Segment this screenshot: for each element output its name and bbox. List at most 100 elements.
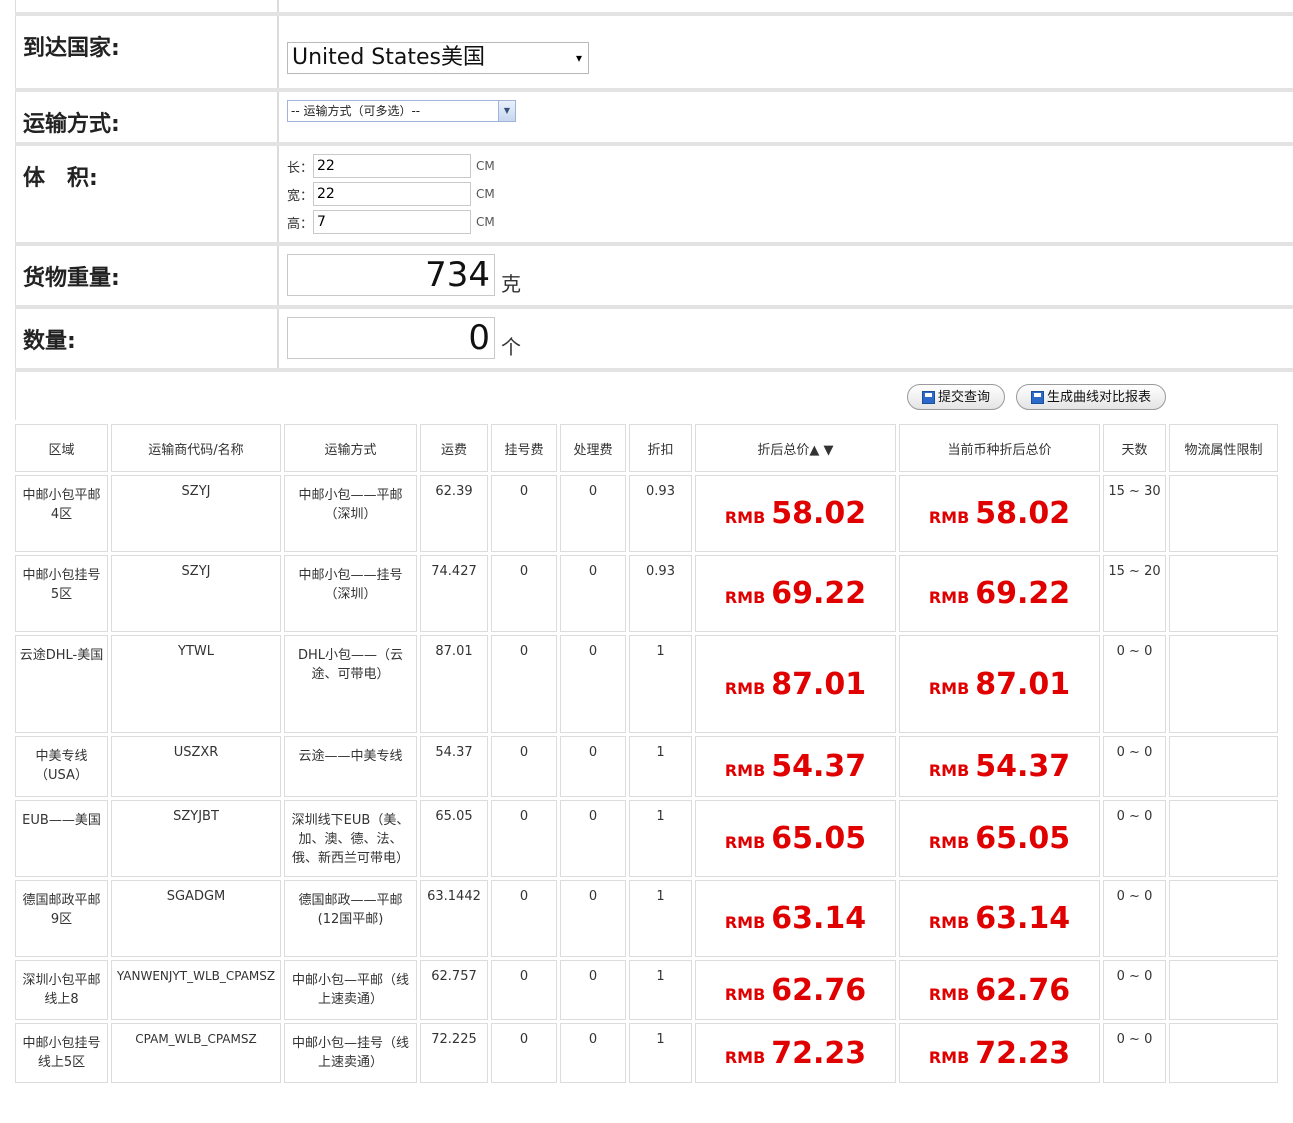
height-input[interactable] [313, 210, 472, 234]
submit-query-button[interactable]: 提交查询 [907, 384, 1006, 410]
quantity-input[interactable]: 0 [287, 317, 495, 359]
cell-method: 中邮小包——平邮（深圳） [284, 475, 417, 552]
cell-discount: 0.93 [629, 475, 692, 552]
cell-limit [1169, 555, 1278, 632]
currency-label: RMB [724, 761, 766, 780]
col-logistics-limit: 物流属性限制 [1169, 424, 1278, 472]
save-icon [1031, 391, 1044, 404]
currency-label: RMB [928, 913, 970, 932]
table-row: 云途DHL-美国 YTWL DHL小包——（云途、可带电） 87.01 0 0 … [15, 635, 1278, 733]
cell-days: 0 ~ 0 [1103, 800, 1166, 877]
cell-days: 0 ~ 0 [1103, 960, 1166, 1020]
current-total-value: 58.02 [975, 496, 1071, 531]
cell-current-total: RMB 72.23 [899, 1023, 1100, 1083]
cell-total: RMB 58.02 [695, 475, 896, 552]
length-label: 长： [287, 160, 314, 176]
generate-report-button[interactable]: 生成曲线对比报表 [1016, 384, 1167, 410]
shipping-method-select[interactable]: -- 运输方式（可多选）-- ▼ [287, 100, 516, 122]
cell-days: 15 ~ 20 [1103, 555, 1166, 632]
cell-region: EUB——美国 [15, 800, 108, 877]
col-registration-fee: 挂号费 [491, 424, 557, 472]
cell-method: 中邮小包—平邮（线上速卖通） [284, 960, 417, 1020]
currency-label: RMB [724, 984, 766, 1004]
length-input[interactable] [313, 154, 472, 178]
width-input[interactable] [313, 182, 472, 206]
cell-handling: 0 [560, 880, 626, 957]
table-row: EUB——美国 SZYJBT 深圳线下EUB（美、加、澳、德、法、俄、新西兰可带… [15, 800, 1278, 877]
cell-total: RMB 69.22 [695, 555, 896, 632]
total-value: 58.02 [771, 496, 867, 531]
cell-days: 0 ~ 0 [1103, 635, 1166, 733]
cell-reg: 0 [491, 960, 557, 1020]
height-unit: CM [476, 215, 495, 229]
cell-method: 深圳线下EUB（美、加、澳、德、法、俄、新西兰可带电） [284, 800, 417, 877]
cell-total: RMB 63.14 [695, 880, 896, 957]
total-value: 63.14 [771, 901, 867, 936]
cell-discount: 1 [629, 800, 692, 877]
total-value: 72.23 [771, 1035, 867, 1071]
currency-label: RMB [724, 1047, 766, 1067]
width-unit: CM [476, 187, 495, 201]
cell-freight: 62.757 [420, 960, 488, 1020]
table-row: 中邮小包平邮4区 SZYJ 中邮小包——平邮（深圳） 62.39 0 0 0.9… [15, 475, 1278, 552]
currency-label: RMB [928, 833, 970, 852]
cell-region: 中邮小包平邮4区 [15, 475, 108, 552]
cell-freight: 87.01 [420, 635, 488, 733]
col-days: 天数 [1103, 424, 1166, 472]
col-region: 区域 [15, 424, 108, 472]
cell-current-total: RMB 58.02 [899, 475, 1100, 552]
shipping-method-value: -- 运输方式（可多选）-- [291, 104, 421, 118]
cell-current-total: RMB 65.05 [899, 800, 1100, 877]
cell-freight: 74.427 [420, 555, 488, 632]
cell-reg: 0 [491, 475, 557, 552]
width-group: 宽： CM [287, 180, 1293, 208]
quantity-label: 数量: [15, 309, 278, 368]
height-group: 高： CM [287, 208, 1293, 236]
volume-row: 体 积: 长： CM 宽： CM 高： CM [15, 146, 1293, 246]
cell-method: 中邮小包——挂号（深圳） [284, 555, 417, 632]
cell-current-total: RMB 62.76 [899, 960, 1100, 1020]
country-value: United States美国 [292, 45, 485, 70]
currency-label: RMB [928, 678, 970, 698]
cell-region: 德国邮政平邮9区 [15, 880, 108, 957]
cell-handling: 0 [560, 960, 626, 1020]
cell-limit [1169, 800, 1278, 877]
weight-input[interactable]: 734 [287, 254, 495, 296]
quantity-unit: 个 [501, 335, 521, 359]
cell-freight: 63.1442 [420, 880, 488, 957]
cell-total: RMB 87.01 [695, 635, 896, 733]
current-total-value: 65.05 [975, 821, 1071, 856]
cell-total: RMB 62.76 [695, 960, 896, 1020]
cell-handling: 0 [560, 635, 626, 733]
cell-handling: 0 [560, 800, 626, 877]
cell-limit [1169, 1023, 1278, 1083]
cell-reg: 0 [491, 800, 557, 877]
cell-reg: 0 [491, 635, 557, 733]
cell-code: SZYJ [111, 555, 281, 632]
cell-code: USZXR [111, 736, 281, 797]
chevron-down-icon[interactable]: ▼ [498, 101, 515, 121]
country-row: 到达国家: United States美国 ▾ [15, 16, 1293, 92]
results-table: 区域 运输商代码/名称 运输方式 运费 挂号费 处理费 折扣 折后总价▲ ▼ 当… [12, 421, 1281, 1086]
currency-label: RMB [928, 1047, 970, 1067]
cell-reg: 0 [491, 555, 557, 632]
cell-limit [1169, 635, 1278, 733]
country-select[interactable]: United States美国 ▾ [287, 42, 589, 74]
cell-region: 深圳小包平邮线上8 [15, 960, 108, 1020]
currency-label: RMB [928, 761, 970, 780]
length-group: 长： CM [287, 152, 1293, 180]
method-label: 运输方式: [15, 92, 278, 142]
current-total-value: 54.37 [975, 749, 1071, 784]
total-value: 69.22 [771, 576, 867, 611]
top-spacer-row [15, 0, 1293, 16]
currency-label: RMB [928, 984, 970, 1004]
cell-code: SZYJ [111, 475, 281, 552]
cell-handling: 0 [560, 555, 626, 632]
cell-days: 0 ~ 0 [1103, 736, 1166, 797]
cell-method: 德国邮政——平邮(12国平邮) [284, 880, 417, 957]
cell-total: RMB 72.23 [695, 1023, 896, 1083]
currency-label: RMB [724, 588, 766, 607]
cell-discount: 1 [629, 736, 692, 797]
current-total-value: 62.76 [975, 972, 1071, 1008]
col-discounted-total-sortable[interactable]: 折后总价▲ ▼ [695, 424, 896, 472]
